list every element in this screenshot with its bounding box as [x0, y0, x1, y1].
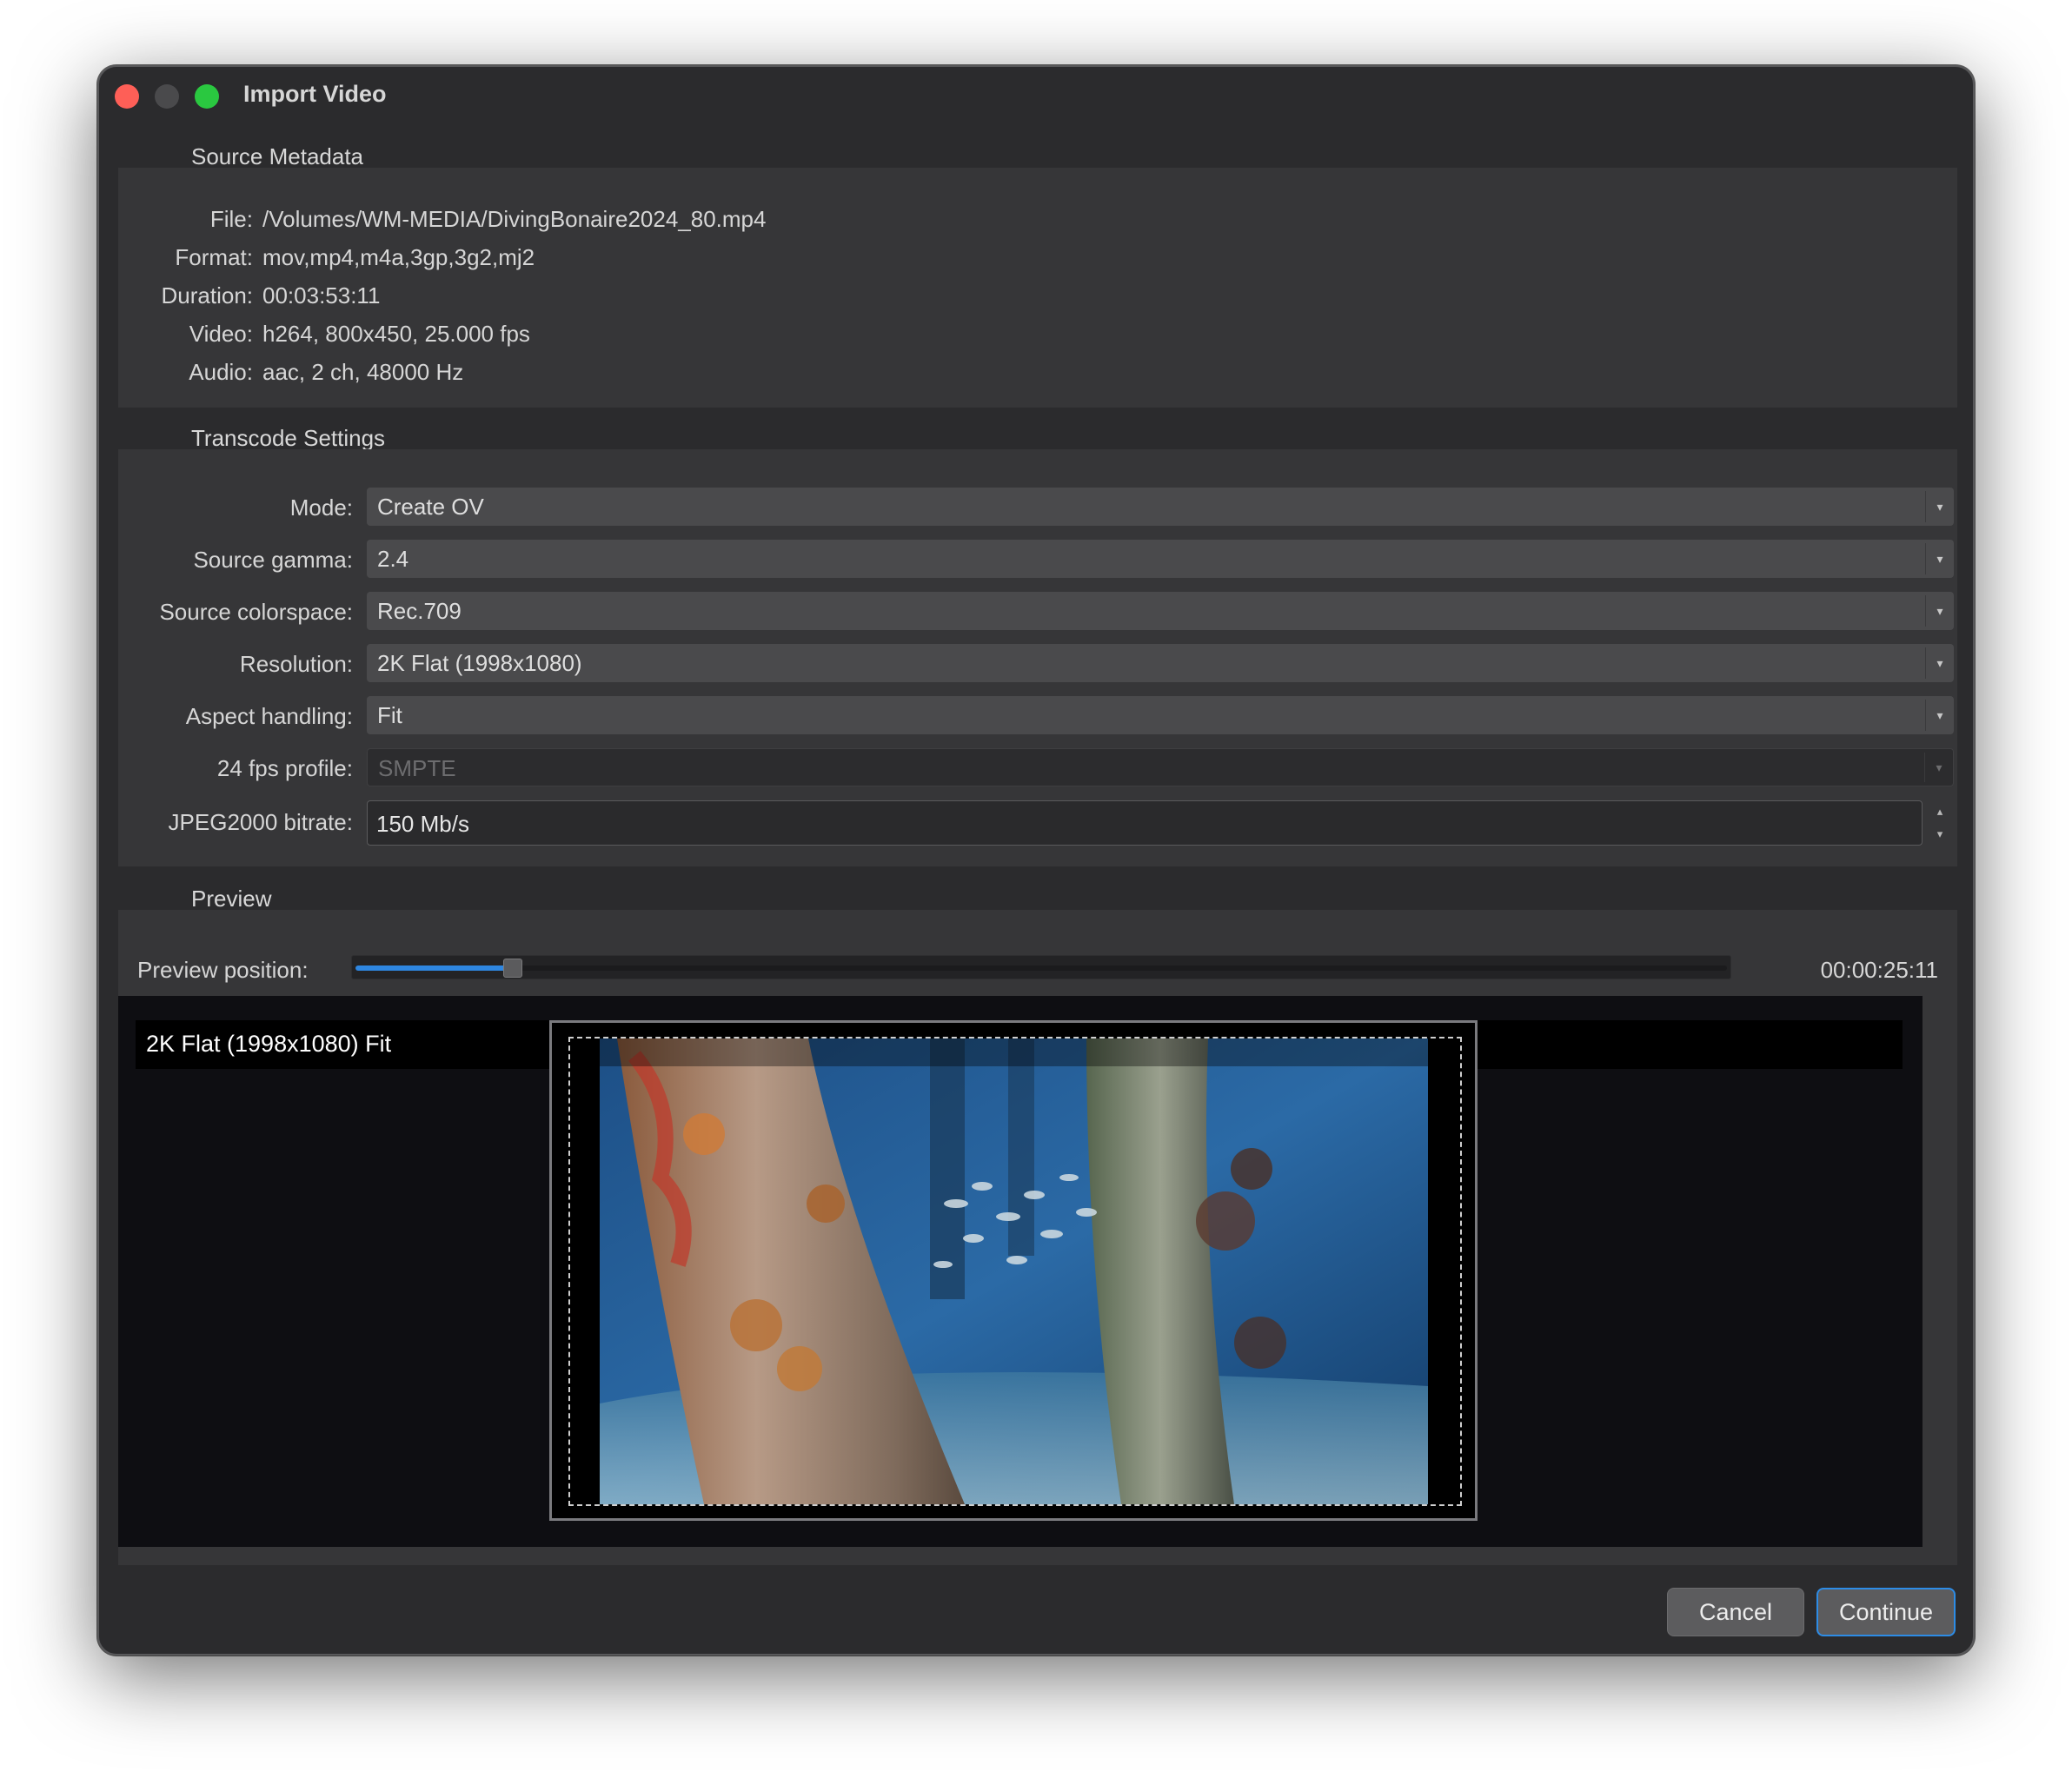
metadata-format-value: mov,mp4,m4a,3gp,3g2,mj2 — [262, 244, 535, 270]
bitrate-spinbox: 150 Mb/s ▴ ▾ — [367, 800, 1954, 846]
source-gamma-dropdown[interactable]: 2.4 ▾ — [367, 540, 1954, 578]
safe-area-guide — [568, 1037, 1462, 1506]
slider-progress-fill — [355, 965, 514, 971]
metadata-duration-value: 00:03:53:11 — [262, 282, 381, 309]
chevron-down-icon[interactable]: ▾ — [1926, 823, 1954, 846]
fps-profile-dropdown: SMPTE ▾ — [367, 748, 1954, 786]
preview-frame — [549, 1020, 1478, 1521]
minimize-window-button[interactable] — [155, 84, 179, 109]
metadata-duration-row: Duration: 00:03:53:11 — [118, 282, 987, 321]
bitrate-stepper: ▴ ▾ — [1926, 800, 1954, 846]
source-metadata-panel: File: /Volumes/WM-MEDIA/DivingBonaire202… — [118, 168, 1957, 408]
metadata-file-label: File: — [209, 206, 253, 232]
close-window-button[interactable] — [115, 84, 139, 109]
metadata-video-row: Video: h264, 800x450, 25.000 fps — [118, 321, 987, 359]
mode-label: Mode: — [289, 494, 353, 521]
metadata-video-label: Video: — [189, 321, 253, 347]
slider-groove — [355, 965, 1727, 971]
metadata-audio-value: aac, 2 ch, 48000 Hz — [262, 359, 464, 385]
aspect-handling-value: Fit — [377, 702, 402, 728]
preview-timecode: 00:00:25:11 — [1820, 957, 1938, 983]
bitrate-value: 150 Mb/s — [376, 811, 469, 837]
source-gamma-label: Source gamma: — [193, 547, 353, 573]
metadata-file-row: File: /Volumes/WM-MEDIA/DivingBonaire202… — [118, 206, 987, 244]
resolution-label: Resolution: — [239, 651, 353, 677]
metadata-video-value: h264, 800x450, 25.000 fps — [262, 321, 530, 347]
preview-caption: 2K Flat (1998x1080) Fit — [146, 1031, 392, 1057]
preview-position-label: Preview position: — [137, 957, 309, 983]
chevron-up-icon[interactable]: ▴ — [1926, 800, 1954, 823]
zoom-window-button[interactable] — [195, 84, 219, 109]
chevron-down-icon: ▾ — [1925, 647, 1954, 679]
fps-profile-value: SMPTE — [378, 755, 456, 781]
source-gamma-value: 2.4 — [377, 546, 409, 572]
chevron-down-icon: ▾ — [1925, 595, 1954, 627]
resolution-dropdown[interactable]: 2K Flat (1998x1080) ▾ — [367, 644, 1954, 682]
chevron-down-icon: ▾ — [1924, 753, 1953, 782]
aspect-handling-label: Aspect handling: — [185, 703, 353, 729]
preview-position-slider[interactable] — [351, 955, 1731, 979]
transcode-settings-panel: Mode: Create OV ▾ Source gamma: 2.4 ▾ So… — [118, 449, 1957, 866]
continue-button[interactable]: Continue — [1816, 1588, 1956, 1636]
source-colorspace-dropdown[interactable]: Rec.709 ▾ — [367, 592, 1954, 630]
import-video-window: Import Video Source Metadata File: /Volu… — [97, 65, 1975, 1656]
source-metadata-title: Source Metadata — [191, 143, 364, 169]
metadata-format-row: Format: mov,mp4,m4a,3gp,3g2,mj2 — [118, 244, 987, 282]
preview-canvas: 2K Flat (1998x1080) Fit — [118, 996, 1923, 1547]
resolution-value: 2K Flat (1998x1080) — [377, 650, 582, 676]
metadata-duration-label: Duration: — [161, 282, 254, 309]
mode-value: Create OV — [377, 494, 484, 520]
chevron-down-icon: ▾ — [1925, 543, 1954, 574]
chevron-down-icon: ▾ — [1925, 491, 1954, 522]
title-bar[interactable]: Import Video — [99, 67, 1973, 123]
transcode-settings-title: Transcode Settings — [191, 425, 386, 451]
mode-dropdown[interactable]: Create OV ▾ — [367, 488, 1954, 526]
fps-profile-label: 24 fps profile: — [216, 755, 353, 781]
metadata-file-value: /Volumes/WM-MEDIA/DivingBonaire2024_80.m… — [262, 206, 767, 232]
slider-handle[interactable] — [503, 959, 523, 978]
metadata-audio-row: Audio: aac, 2 ch, 48000 Hz — [118, 359, 987, 397]
chevron-down-icon: ▾ — [1925, 700, 1954, 731]
source-colorspace-value: Rec.709 — [377, 598, 462, 624]
bitrate-label: JPEG2000 bitrate: — [168, 809, 353, 835]
preview-title: Preview — [191, 886, 272, 912]
metadata-format-label: Format: — [175, 244, 253, 270]
bitrate-input[interactable]: 150 Mb/s — [367, 800, 1923, 846]
source-colorspace-label: Source colorspace: — [159, 599, 353, 625]
aspect-handling-dropdown[interactable]: Fit ▾ — [367, 696, 1954, 734]
cancel-button[interactable]: Cancel — [1667, 1588, 1804, 1636]
window-title: Import Video — [243, 81, 387, 107]
metadata-audio-label: Audio: — [189, 359, 253, 385]
